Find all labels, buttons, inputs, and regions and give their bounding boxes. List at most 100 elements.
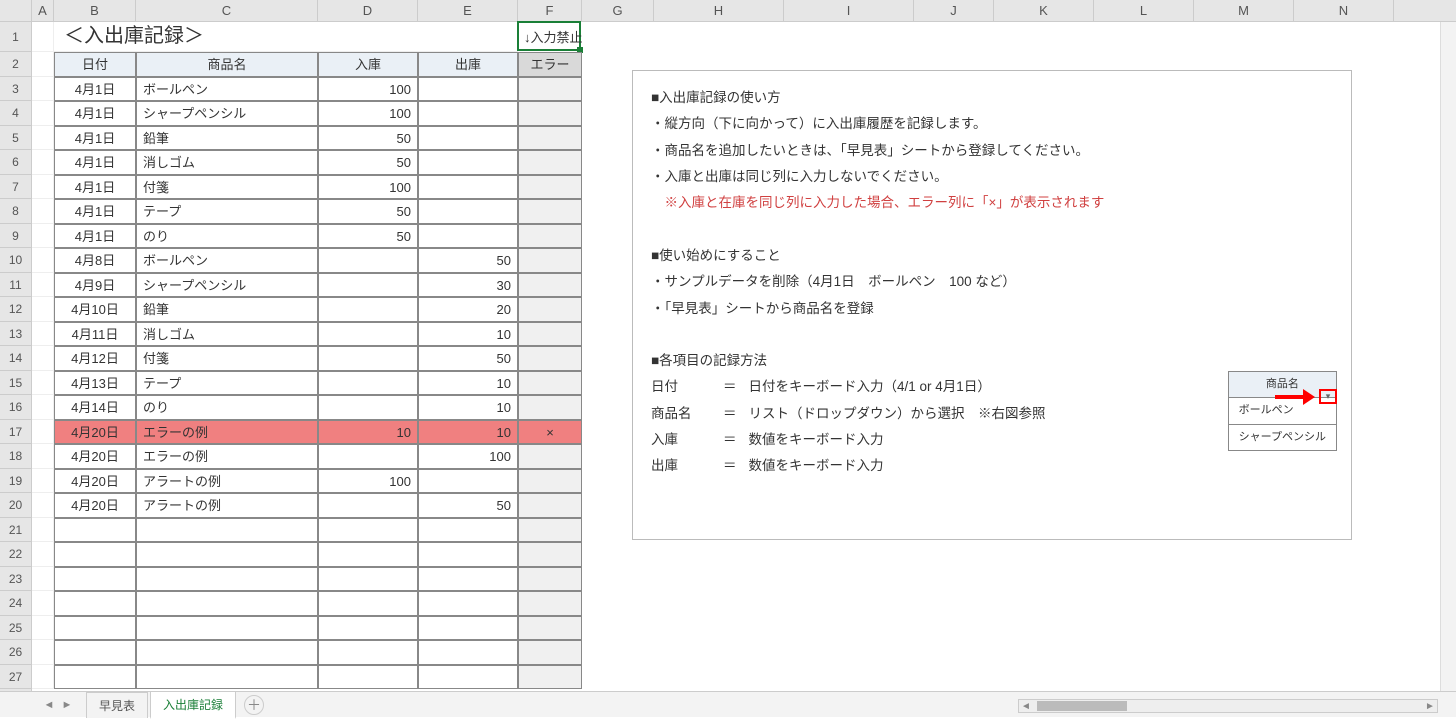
cell-product[interactable]: のり — [136, 395, 318, 420]
cell-empty[interactable] — [418, 567, 518, 592]
col-header-L[interactable]: L — [1094, 0, 1194, 21]
cell-in[interactable]: 100 — [318, 101, 418, 126]
cell-product[interactable]: テープ — [136, 199, 318, 224]
cell-empty[interactable] — [518, 616, 582, 641]
cell-date[interactable]: 4月20日 — [54, 469, 136, 494]
cell-error[interactable] — [518, 346, 582, 371]
row-header-21[interactable]: 21 — [0, 518, 31, 543]
row-header-10[interactable]: 10 — [0, 248, 31, 273]
col-header-K[interactable]: K — [994, 0, 1094, 21]
cell-error[interactable] — [518, 150, 582, 175]
cell-out[interactable] — [418, 126, 518, 151]
col-header-N[interactable]: N — [1294, 0, 1394, 21]
cell-product[interactable]: ボールペン — [136, 77, 318, 102]
cell-date[interactable]: 4月1日 — [54, 126, 136, 151]
cell-error[interactable] — [518, 493, 582, 518]
cell-empty[interactable] — [318, 542, 418, 567]
sheet-tab-hayamihyo[interactable]: 早見表 — [86, 692, 148, 718]
cell-out[interactable]: 20 — [418, 297, 518, 322]
cell-empty[interactable] — [136, 616, 318, 641]
cell-error[interactable] — [518, 101, 582, 126]
cell-product[interactable]: 鉛筆 — [136, 126, 318, 151]
row-header-4[interactable]: 4 — [0, 101, 31, 126]
row-header-13[interactable]: 13 — [0, 322, 31, 347]
cell-error[interactable] — [518, 175, 582, 200]
cell-empty[interactable] — [418, 640, 518, 665]
scroll-right-icon[interactable]: ► — [1423, 701, 1437, 712]
cell-error[interactable] — [518, 469, 582, 494]
cell-empty[interactable] — [54, 567, 136, 592]
cell-in[interactable] — [318, 273, 418, 298]
row-header-20[interactable]: 20 — [0, 493, 31, 518]
horizontal-scrollbar[interactable]: ◄ ► — [1018, 699, 1438, 713]
cell-product[interactable]: アラートの例 — [136, 493, 318, 518]
cell-date[interactable]: 4月20日 — [54, 493, 136, 518]
row-header-25[interactable]: 25 — [0, 616, 31, 641]
cell-out[interactable] — [418, 150, 518, 175]
cell-out[interactable] — [418, 469, 518, 494]
row-header-5[interactable]: 5 — [0, 126, 31, 151]
cell-empty[interactable] — [518, 640, 582, 665]
cell-date[interactable]: 4月9日 — [54, 273, 136, 298]
cell-in[interactable]: 100 — [318, 77, 418, 102]
cell-empty[interactable] — [418, 518, 518, 543]
tab-nav-next-icon[interactable]: ► — [60, 698, 74, 712]
cell-out[interactable]: 10 — [418, 420, 518, 445]
col-header-E[interactable]: E — [418, 0, 518, 21]
cell-date[interactable]: 4月13日 — [54, 371, 136, 396]
cell-out[interactable]: 30 — [418, 273, 518, 298]
row-header-6[interactable]: 6 — [0, 150, 31, 175]
cell-empty[interactable] — [518, 591, 582, 616]
cell-date[interactable]: 4月12日 — [54, 346, 136, 371]
cell-empty[interactable] — [136, 591, 318, 616]
cell-error[interactable] — [518, 297, 582, 322]
cell-out[interactable]: 10 — [418, 371, 518, 396]
cell-in[interactable] — [318, 371, 418, 396]
cell-out[interactable] — [418, 199, 518, 224]
sheet-tab-nyushukko[interactable]: 入出庫記録 — [150, 691, 236, 719]
cell-product[interactable]: エラーの例 — [136, 420, 318, 445]
cell-empty[interactable] — [318, 665, 418, 690]
scroll-thumb[interactable] — [1037, 701, 1127, 711]
cell-empty[interactable] — [54, 518, 136, 543]
cell-empty[interactable] — [318, 640, 418, 665]
tab-nav-prev-icon[interactable]: ◄ — [42, 698, 56, 712]
col-header-C[interactable]: C — [136, 0, 318, 21]
cell-error[interactable] — [518, 444, 582, 469]
cell-empty[interactable] — [518, 567, 582, 592]
select-all-corner[interactable] — [0, 0, 32, 21]
cell-date[interactable]: 4月14日 — [54, 395, 136, 420]
cell-empty[interactable] — [136, 518, 318, 543]
cell-date[interactable]: 4月20日 — [54, 420, 136, 445]
cell-empty[interactable] — [136, 542, 318, 567]
col-header-B[interactable]: B — [54, 0, 136, 21]
cell-in[interactable] — [318, 444, 418, 469]
cell-in[interactable] — [318, 248, 418, 273]
col-header-H[interactable]: H — [654, 0, 784, 21]
cell-out[interactable]: 10 — [418, 395, 518, 420]
cell-date[interactable]: 4月10日 — [54, 297, 136, 322]
cell-date[interactable]: 4月8日 — [54, 248, 136, 273]
cell-product[interactable]: 鉛筆 — [136, 297, 318, 322]
cell-date[interactable]: 4月1日 — [54, 175, 136, 200]
cell-in[interactable]: 100 — [318, 175, 418, 200]
cell-product[interactable]: 付箋 — [136, 175, 318, 200]
add-sheet-button[interactable]: ＋ — [244, 695, 264, 715]
header-date[interactable]: 日付 — [54, 52, 136, 77]
row-header-8[interactable]: 8 — [0, 199, 31, 224]
row-header-17[interactable]: 17 — [0, 420, 31, 445]
col-header-F[interactable]: F — [518, 0, 582, 21]
cell-empty[interactable] — [518, 665, 582, 690]
cell-out[interactable]: 50 — [418, 248, 518, 273]
row-header-1[interactable]: 1 — [0, 22, 31, 52]
cell-out[interactable]: 50 — [418, 493, 518, 518]
cell-empty[interactable] — [518, 518, 582, 543]
cell-date[interactable]: 4月1日 — [54, 150, 136, 175]
cell-in[interactable] — [318, 493, 418, 518]
cell-date[interactable]: 4月1日 — [54, 224, 136, 249]
cell-empty[interactable] — [318, 518, 418, 543]
col-header-D[interactable]: D — [318, 0, 418, 21]
cell-product[interactable]: 消しゴム — [136, 322, 318, 347]
row-header-12[interactable]: 12 — [0, 297, 31, 322]
cell-out[interactable]: 10 — [418, 322, 518, 347]
